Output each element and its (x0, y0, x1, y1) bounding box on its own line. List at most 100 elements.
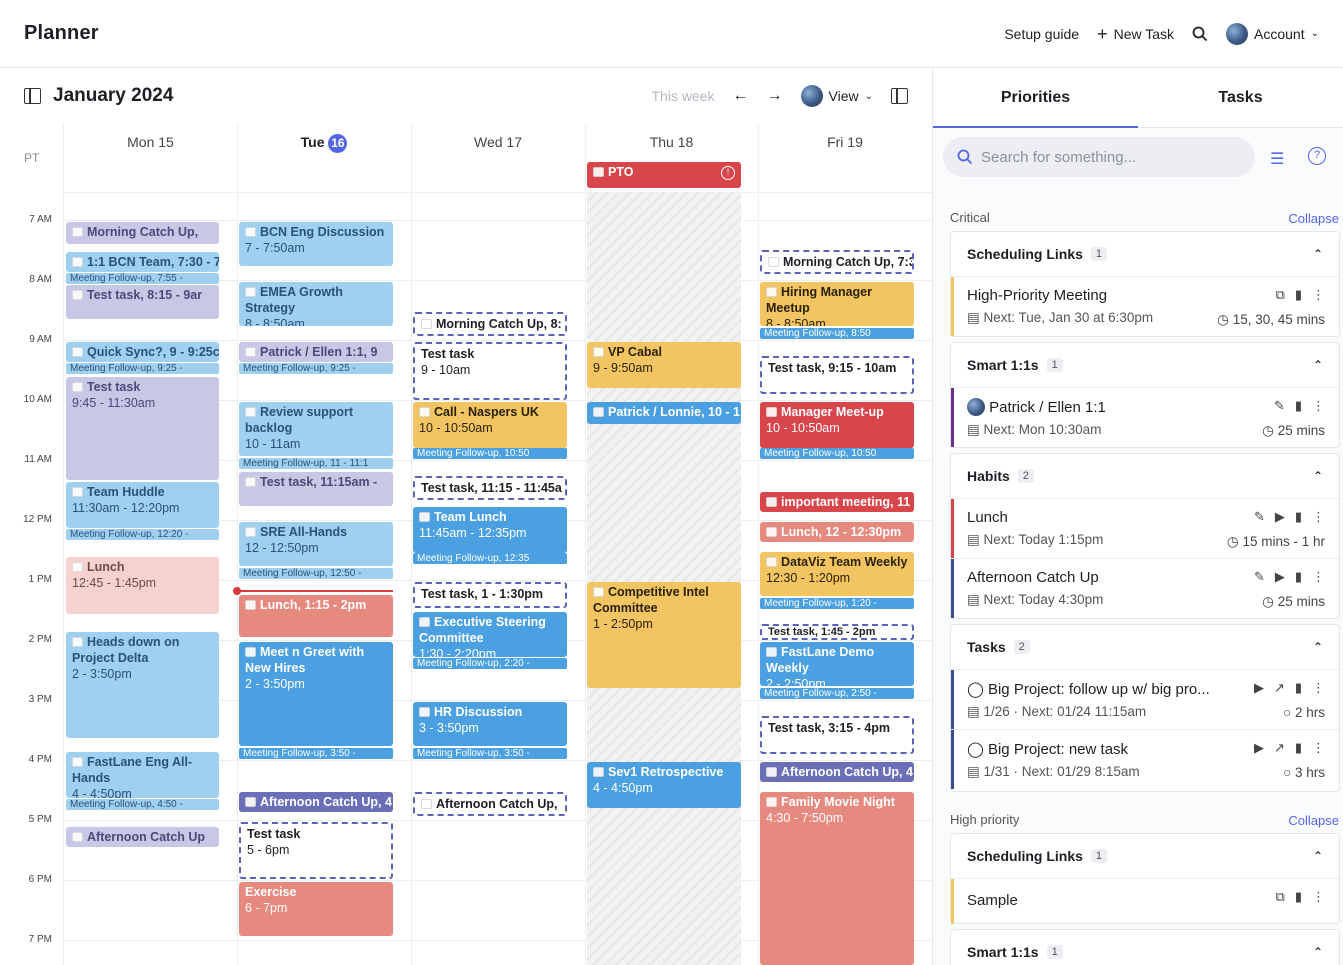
card-header[interactable]: Scheduling Links 1 ⌃ (951, 232, 1339, 276)
card-header[interactable]: Smart 1:1s 1 ⌃ (951, 343, 1339, 387)
event[interactable]: important meeting, 11 (760, 492, 914, 512)
event-follow-up[interactable]: Meeting Follow-up, 4:50 - (66, 799, 219, 810)
collapse-critical-link[interactable]: Collapse (1288, 211, 1339, 226)
day-header-mon[interactable]: Mon 15 (64, 124, 237, 194)
event[interactable]: FastLane Demo Weekly 2 - 2:50pm (760, 642, 914, 686)
event[interactable]: Heads down on Project Delta 2 - 3:50pm (66, 632, 219, 738)
task-block[interactable]: Morning Catch Up, 8: (413, 312, 567, 336)
task-block[interactable]: Morning Catch Up, 7:3 (760, 250, 914, 274)
task-block[interactable]: Test task, 9:15 - 10am (760, 356, 914, 394)
card-header[interactable]: Smart 1:1s 1 ⌃ (951, 930, 1339, 965)
event[interactable]: Meet n Greet with New Hires 2 - 3:50pm (239, 642, 393, 746)
new-task-button[interactable]: + New Task (1097, 25, 1174, 43)
event[interactable]: Executive Steering Committee 1:30 - 2:20p… (413, 612, 567, 657)
event[interactable]: SRE All-Hands 12 - 12:50pm (239, 522, 393, 566)
search-input[interactable]: Search for something... (943, 137, 1255, 177)
event-follow-up[interactable]: Meeting Follow-up, 11 - 11:1 (239, 458, 393, 469)
event[interactable]: Test task, 8:15 - 9ar (66, 285, 219, 319)
collapse-sidebar-icon[interactable] (24, 88, 41, 104)
filter-icon[interactable]: ☰ (1270, 149, 1284, 169)
calendar-icon: ▤ (967, 592, 980, 607)
event[interactable]: 1:1 BCN Team, 7:30 - 7: (66, 252, 219, 272)
event[interactable]: FastLane Eng All-Hands 4 - 4:50pm (66, 752, 219, 798)
card-header[interactable]: Habits 2 ⌃ (951, 454, 1339, 498)
event-follow-up[interactable]: Meeting Follow-up, 2:50 - (760, 688, 914, 699)
event[interactable]: Quick Sync?, 9 - 9:25c (66, 342, 219, 362)
hour-label: 9 AM (29, 334, 52, 345)
event[interactable]: Afternoon Catch Up, 4 (760, 762, 914, 782)
event-follow-up[interactable]: Meeting Follow-up, 1:20 - (760, 598, 914, 609)
event[interactable]: Afternoon Catch Up (66, 827, 219, 847)
event[interactable]: VP Cabal 9 - 9:50am (587, 342, 741, 388)
list-item[interactable]: ◯ Big Project: follow up w/ big pro... ▤… (951, 669, 1339, 729)
tab-tasks[interactable]: Tasks (1138, 68, 1343, 127)
event-follow-up[interactable]: Meeting Follow-up, 12:50 - (239, 568, 393, 579)
event-follow-up[interactable]: Meeting Follow-up, 9:25 - (239, 363, 393, 374)
task-block[interactable]: Test task, 1 - 1:30pm (413, 582, 567, 608)
day-header-wed[interactable]: Wed 17 (411, 124, 585, 194)
event-follow-up[interactable]: Meeting Follow-up, 12:20 - (66, 529, 219, 540)
this-week-button[interactable]: This week (651, 88, 714, 104)
event-follow-up[interactable]: Meeting Follow-up, 7:55 - (66, 273, 219, 284)
task-block[interactable]: Test task 5 - 6pm (239, 822, 393, 879)
event-follow-up[interactable]: Meeting Follow-up, 2:20 - (413, 658, 567, 669)
event[interactable]: Lunch, 12 - 12:30pm (760, 522, 914, 542)
event[interactable]: Patrick / Ellen 1:1, 9 (239, 342, 393, 362)
event[interactable]: Hiring Manager Meetup 8 - 8:50am (760, 282, 914, 326)
day-header-fri[interactable]: Fri 19 (758, 124, 932, 194)
event[interactable]: Afternoon Catch Up, 4 (239, 792, 393, 812)
help-icon[interactable]: ? (1308, 147, 1326, 165)
day-header-tue[interactable]: Tue 16 (237, 124, 411, 194)
card-header[interactable]: Scheduling Links 1 ⌃ (951, 834, 1339, 878)
event[interactable]: EMEA Growth Strategy 8 - 8:50am (239, 282, 393, 326)
event[interactable]: Family Movie Night 4:30 - 7:50pm (760, 792, 914, 965)
event[interactable]: Competitive Intel Committee 1 - 2:50pm (587, 582, 741, 688)
event[interactable]: Team Huddle 11:30am - 12:20pm (66, 482, 219, 528)
view-menu[interactable]: View ⌄ (800, 85, 873, 107)
event[interactable]: DataViz Team Weekly 12:30 - 1:20pm (760, 552, 914, 596)
tab-priorities[interactable]: Priorities (933, 68, 1138, 128)
task-block[interactable]: Test task, 3:15 - 4pm (760, 716, 914, 754)
list-item[interactable]: Sample ⧉ ▮ ⋮ (951, 878, 1339, 924)
collapse-high-link[interactable]: Collapse (1288, 813, 1339, 828)
event-follow-up[interactable]: Meeting Follow-up, 8:50 (760, 328, 914, 339)
arrow-right-icon[interactable]: → (767, 87, 783, 105)
event[interactable]: Test task, 11:15am - (239, 472, 393, 506)
event-follow-up[interactable]: Meeting Follow-up, 10:50 (413, 448, 567, 459)
list-item[interactable]: Lunch ▤ Next: Today 1:15pm ✎ ▶ ▮ ⋮ ◷ 15 min… (951, 498, 1339, 558)
event[interactable]: HR Discussion 3 - 3:50pm (413, 702, 567, 746)
event-follow-up[interactable]: Meeting Follow-up, 9:25 - (66, 363, 219, 374)
card-header[interactable]: Tasks 2 ⌃ (951, 625, 1339, 669)
setup-guide-link[interactable]: Setup guide (1004, 26, 1079, 42)
calendar-pane: January 2024 This week ← → View ⌄ PT Mon … (0, 68, 932, 965)
event[interactable]: BCN Eng Discussion 7 - 7:50am (239, 222, 393, 266)
event[interactable]: Test task 9:45 - 11:30am (66, 377, 219, 480)
arrow-left-icon[interactable]: ← (733, 87, 749, 105)
event-pto[interactable]: PTO! (587, 162, 741, 188)
event[interactable]: Sev1 Retrospective 4 - 4:50pm (587, 762, 741, 808)
event[interactable]: Team Lunch 11:45am - 12:35pm (413, 507, 567, 553)
list-item[interactable]: ◯ Big Project: new task ▤ 1/31 · Next: 0… (951, 729, 1339, 789)
list-item[interactable]: Patrick / Ellen 1:1 ▤ Next: Mon 10:30am … (951, 387, 1339, 447)
list-item[interactable]: High-Priority Meeting ▤ Next: Tue, Jan 3… (951, 276, 1339, 336)
collapse-panel-icon[interactable] (891, 88, 908, 104)
event-follow-up[interactable]: Meeting Follow-up, 10:50 (760, 448, 914, 459)
task-block[interactable]: Test task 9 - 10am (413, 342, 567, 400)
event[interactable]: Lunch 12:45 - 1:45pm (66, 557, 219, 614)
event[interactable]: Review support backlog 10 - 11am (239, 402, 393, 456)
event[interactable]: Morning Catch Up, (66, 222, 219, 244)
event[interactable]: Lunch, 1:15 - 2pm (239, 595, 393, 637)
event[interactable]: Exercise 6 - 7pm (239, 882, 393, 936)
task-block[interactable]: Afternoon Catch Up, (413, 792, 567, 816)
search-icon[interactable] (1192, 26, 1208, 42)
list-item[interactable]: Afternoon Catch Up ▤ Next: Today 4:30pm … (951, 558, 1339, 618)
task-block[interactable]: Test task, 11:15 - 11:45a (413, 476, 567, 500)
task-block[interactable]: Test task, 1:45 - 2pm (760, 624, 914, 640)
event-follow-up[interactable]: Meeting Follow-up, 3:50 - (413, 748, 567, 759)
account-menu[interactable]: Account ⌄ (1226, 22, 1319, 45)
event-follow-up[interactable]: Meeting Follow-up, 3:50 - (239, 748, 393, 759)
event[interactable]: Manager Meet-up 10 - 10:50am (760, 402, 914, 448)
event[interactable]: Patrick / Lonnie, 10 - 1 (587, 402, 741, 424)
event-follow-up[interactable]: Meeting Follow-up, 12:35 (413, 553, 567, 564)
event[interactable]: Call - Naspers UK 10 - 10:50am (413, 402, 567, 448)
